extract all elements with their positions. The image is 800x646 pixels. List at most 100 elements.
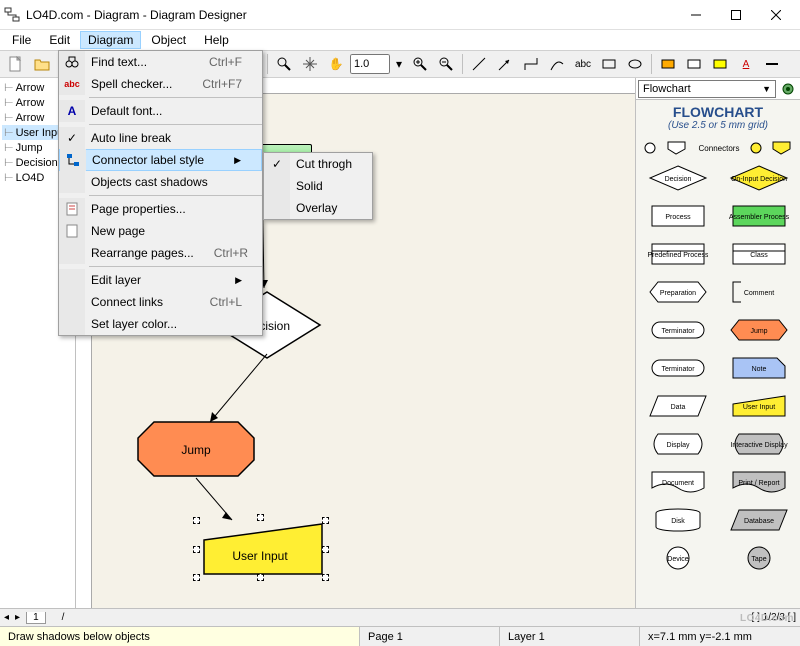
line-tool-button[interactable] — [467, 52, 491, 76]
connector-pentagon-yellow-icon[interactable] — [772, 141, 794, 155]
status-hint: Draw shadows below objects — [0, 627, 360, 646]
palette-shape[interactable]: Database — [721, 503, 796, 537]
palette-shape[interactable]: Display — [640, 427, 715, 461]
connector-style-submenu[interactable]: ✓Cut throghSolidOverlay — [263, 152, 373, 220]
menu-item[interactable]: Page properties... — [59, 198, 262, 220]
palette-shape[interactable]: Predefined Process — [640, 237, 715, 271]
menu-item[interactable]: Set layer color... — [59, 313, 262, 335]
text-tool-button[interactable]: abc — [571, 52, 595, 76]
menu-item[interactable]: Edit layer▶ — [59, 269, 262, 291]
svg-text:Comment: Comment — [743, 290, 773, 297]
selection-handle[interactable] — [322, 517, 329, 524]
selection-handle[interactable] — [257, 574, 264, 581]
menu-diagram[interactable]: Diagram — [80, 31, 141, 49]
palette-shape[interactable]: Terminator — [640, 313, 715, 347]
menu-item[interactable]: ADefault font... — [59, 100, 262, 122]
palette-settings-button[interactable] — [778, 80, 798, 98]
zoomin-button[interactable] — [408, 52, 432, 76]
submenu-item[interactable]: ✓Cut throgh — [264, 153, 372, 175]
svg-text:Jump: Jump — [750, 328, 767, 335]
status-coords: x=7.1 mm y=-2.1 mm — [640, 627, 800, 646]
minimize-button[interactable] — [676, 1, 716, 29]
svg-text:Disk: Disk — [671, 518, 685, 525]
palette-shape[interactable]: Terminator — [640, 351, 715, 385]
palette-shape[interactable]: Preparation — [640, 275, 715, 309]
svg-text:Interactive Display: Interactive Display — [730, 442, 788, 449]
selection-handle[interactable] — [193, 517, 200, 524]
palette-shape[interactable]: Decision — [640, 161, 715, 195]
fill3-button[interactable] — [708, 52, 732, 76]
ellipse-tool-button[interactable] — [623, 52, 647, 76]
connector-tool-button[interactable] — [519, 52, 543, 76]
palette-shape[interactable]: Process — [640, 199, 715, 233]
textcolor-button[interactable]: A — [734, 52, 758, 76]
arrow-tool-button[interactable] — [493, 52, 517, 76]
close-button[interactable] — [756, 1, 796, 29]
menu-object[interactable]: Object — [143, 31, 194, 49]
zoom-input[interactable] — [350, 54, 390, 74]
page-tab[interactable]: 1 — [26, 612, 46, 624]
diagram-menu-dropdown[interactable]: Find text...Ctrl+FabcSpell checker...Ctr… — [58, 50, 263, 336]
menu-help[interactable]: Help — [196, 31, 237, 49]
svg-text:Device: Device — [667, 556, 689, 563]
palette-shape[interactable]: Comment — [721, 275, 796, 309]
selection-handle[interactable] — [193, 546, 200, 553]
menu-item[interactable]: Rearrange pages...Ctrl+R — [59, 242, 262, 264]
page-tab-bar[interactable]: ◂ ▸ 1 / [ ] 1/2/3 [ ] — [0, 608, 800, 626]
connector-circle-icon[interactable] — [642, 141, 658, 155]
menu-edit[interactable]: Edit — [41, 31, 78, 49]
canvas-userinput-shape[interactable]: User Input — [198, 520, 328, 580]
shape-palette[interactable]: FLOWCHART (Use 2.5 or 5 mm grid) Connect… — [636, 100, 800, 608]
menu-item[interactable]: Objects cast shadows — [59, 171, 262, 193]
palette-shape[interactable]: Assembler Process — [721, 199, 796, 233]
selection-handle[interactable] — [322, 546, 329, 553]
palette-shape[interactable]: Print / Report — [721, 465, 796, 499]
menu-file[interactable]: File — [4, 31, 39, 49]
menu-item[interactable]: Connector label style▶ — [59, 149, 262, 171]
palette-shape[interactable]: Interactive Display — [721, 427, 796, 461]
palette-title: FLOWCHART — [640, 104, 796, 120]
palette-shape[interactable]: Tape — [721, 541, 796, 575]
palette-shape[interactable]: Class — [721, 237, 796, 271]
connector-pentagon-icon[interactable] — [667, 141, 689, 155]
next-page-button[interactable]: ▸ — [15, 612, 20, 623]
palette-shape[interactable]: On-Input Decision — [721, 161, 796, 195]
menu-item[interactable]: abcSpell checker...Ctrl+F7 — [59, 73, 262, 95]
palette-shape[interactable]: Document — [640, 465, 715, 499]
pan-button[interactable] — [298, 52, 322, 76]
svg-text:Decision: Decision — [664, 176, 691, 183]
palette-shape[interactable]: Disk — [640, 503, 715, 537]
palette-shape[interactable]: Device — [640, 541, 715, 575]
zoom-tool-button[interactable] — [272, 52, 296, 76]
hand-button[interactable]: ✋ — [324, 52, 348, 76]
zoom-dropdown-button[interactable]: ▾ — [392, 52, 406, 76]
curve-tool-button[interactable] — [545, 52, 569, 76]
svg-text:User Input: User Input — [232, 549, 288, 563]
connector-circle-yellow-icon[interactable] — [749, 141, 763, 155]
palette-combo[interactable]: Flowchart ▼ — [638, 80, 776, 98]
prev-page-button[interactable]: ◂ — [4, 612, 9, 623]
menu-item[interactable]: Connect linksCtrl+L — [59, 291, 262, 313]
selection-handle[interactable] — [322, 574, 329, 581]
linecolor-button[interactable] — [760, 52, 784, 76]
menu-item[interactable]: ✓Auto line break — [59, 127, 262, 149]
palette-shape[interactable]: Data — [640, 389, 715, 423]
new-button[interactable] — [4, 52, 28, 76]
submenu-item[interactable]: Overlay — [264, 197, 372, 219]
palette-shape[interactable]: Jump — [721, 313, 796, 347]
zoomout-button[interactable] — [434, 52, 458, 76]
maximize-button[interactable] — [716, 1, 756, 29]
rect-tool-button[interactable] — [597, 52, 621, 76]
menu-item[interactable]: Find text...Ctrl+F — [59, 51, 262, 73]
open-button[interactable] — [30, 52, 54, 76]
palette-shape[interactable]: User Input — [721, 389, 796, 423]
svg-text:Preparation: Preparation — [659, 290, 695, 297]
canvas-jump-shape[interactable]: Jump — [136, 420, 256, 478]
fill1-button[interactable] — [656, 52, 680, 76]
menu-item[interactable]: New page — [59, 220, 262, 242]
fill2-button[interactable] — [682, 52, 706, 76]
selection-handle[interactable] — [257, 514, 264, 521]
palette-shape[interactable]: Note — [721, 351, 796, 385]
submenu-item[interactable]: Solid — [264, 175, 372, 197]
selection-handle[interactable] — [193, 574, 200, 581]
